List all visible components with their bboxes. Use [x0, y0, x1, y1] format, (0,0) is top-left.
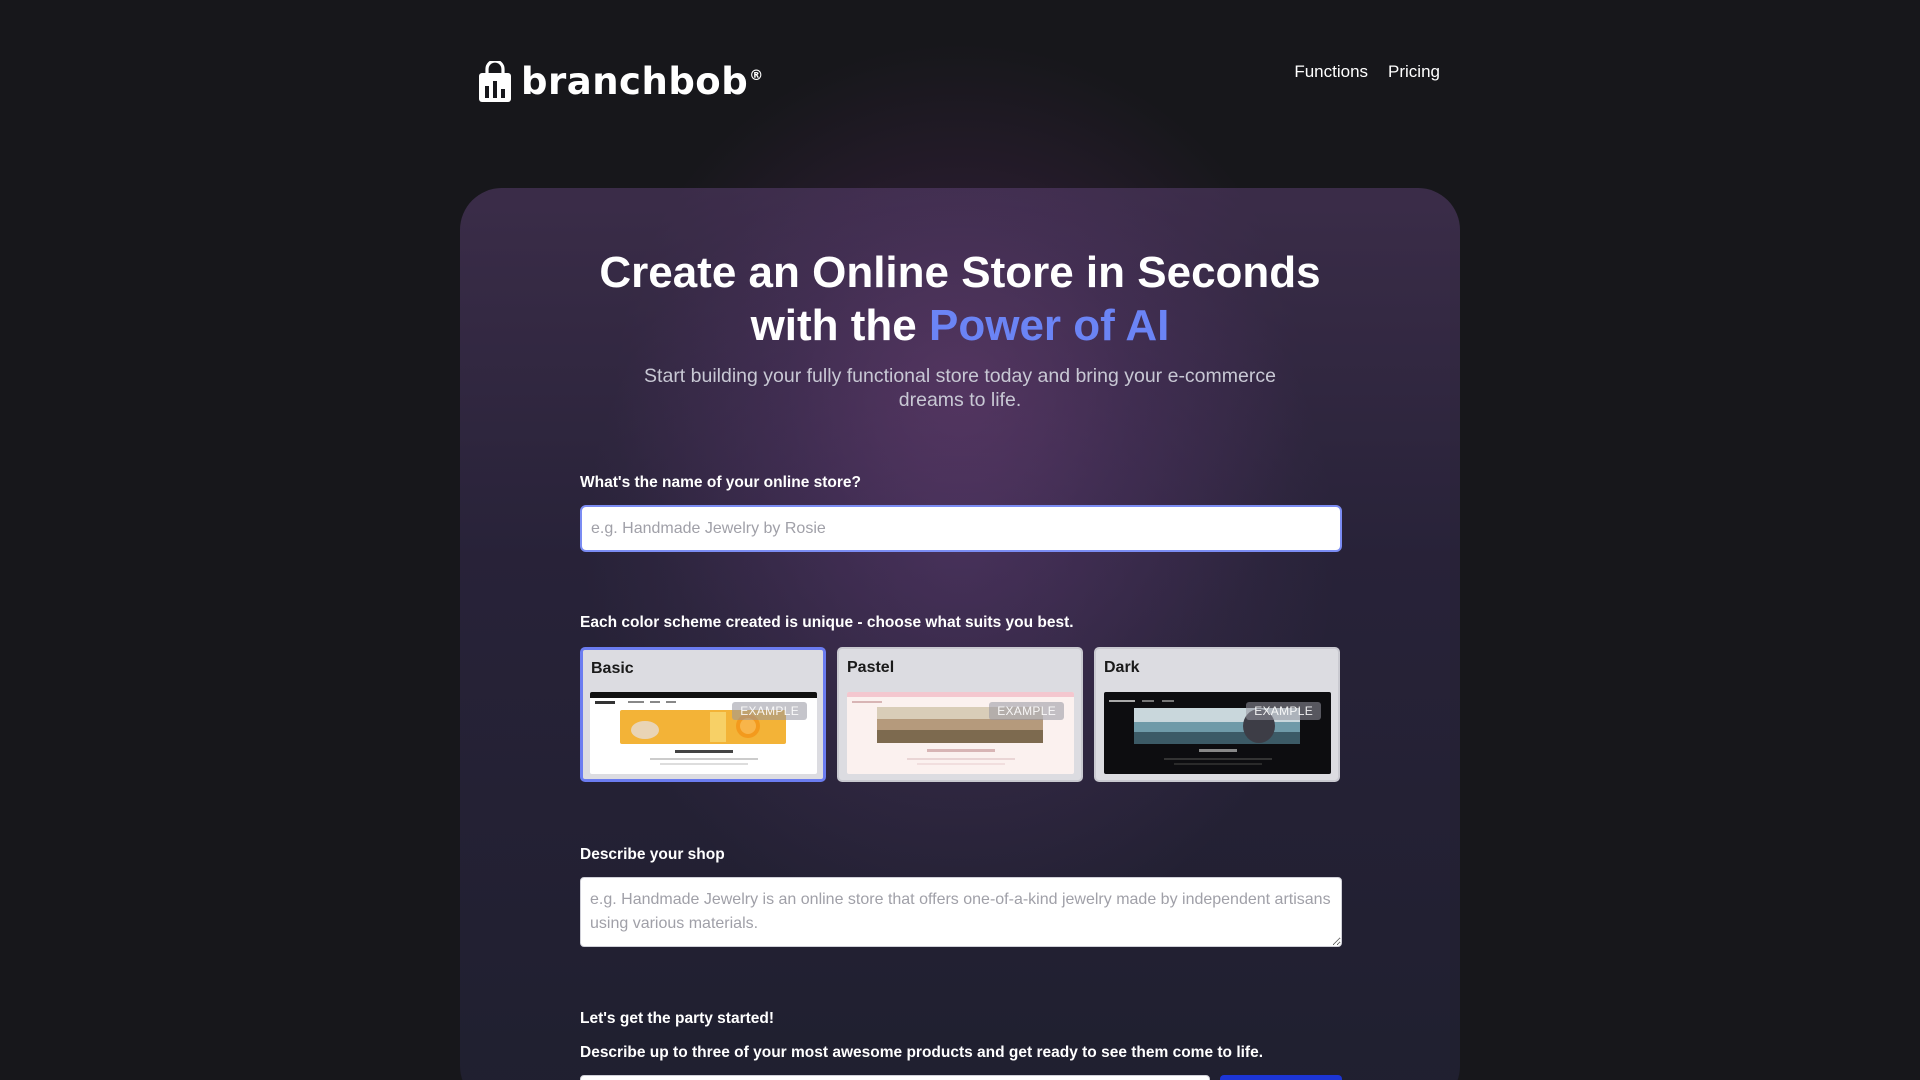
hero-subtitle: Start building your fully functional sto… [644, 365, 1276, 411]
shopping-bag-icon [479, 60, 511, 102]
scheme-preview-basic: EXAMPLE [590, 692, 817, 774]
scheme-option-dark[interactable]: Dark EXAMPLE [1094, 647, 1340, 782]
main-nav: Functions Pricing [1294, 62, 1440, 82]
nav-link-functions[interactable]: Functions [1294, 62, 1368, 82]
scheme-preview-pastel: EXAMPLE [847, 692, 1074, 774]
brand-name: branchbob® [521, 60, 764, 103]
scheme-name: Dark [1104, 659, 1140, 676]
example-badge: EXAMPLE [732, 702, 807, 720]
scheme-option-basic[interactable]: Basic EXAMPLE [580, 647, 826, 782]
store-name-label: What's the name of your online store? [580, 474, 861, 491]
color-scheme-label: Each color scheme created is unique - ch… [580, 614, 1074, 631]
hero-title: Create an Online Store in Seconds with t… [460, 246, 1460, 352]
hero-title-line2-prefix: with the [750, 301, 930, 350]
add-product-button[interactable] [1220, 1075, 1342, 1080]
products-heading: Let's get the party started! [580, 1010, 775, 1027]
example-badge: EXAMPLE [989, 702, 1064, 720]
scheme-option-pastel[interactable]: Pastel EXAMPLE [837, 647, 1083, 782]
color-scheme-options: Basic EXAMPLE Pastel EXAMPLE Dark EXAMPL… [580, 647, 1342, 782]
store-creation-card: Create an Online Store in Seconds with t… [460, 188, 1460, 1080]
scheme-name: Basic [591, 660, 634, 677]
scheme-preview-dark: EXAMPLE [1104, 692, 1331, 774]
nav-link-pricing[interactable]: Pricing [1388, 62, 1440, 82]
hero-title-accent: Power of AI [929, 301, 1170, 350]
shop-description-input[interactable] [580, 877, 1342, 947]
site-header: branchbob® Functions Pricing [478, 56, 1440, 106]
product-input[interactable] [580, 1075, 1210, 1080]
description-label: Describe your shop [580, 846, 725, 863]
registered-mark: ® [749, 68, 764, 84]
store-name-input[interactable] [580, 505, 1342, 552]
example-badge: EXAMPLE [1246, 702, 1321, 720]
brand-logo[interactable]: branchbob® [478, 60, 764, 103]
products-subheading: Describe up to three of your most awesom… [580, 1044, 1264, 1061]
scheme-name: Pastel [847, 659, 895, 676]
hero-title-line1: Create an Online Store in Seconds [599, 248, 1321, 297]
